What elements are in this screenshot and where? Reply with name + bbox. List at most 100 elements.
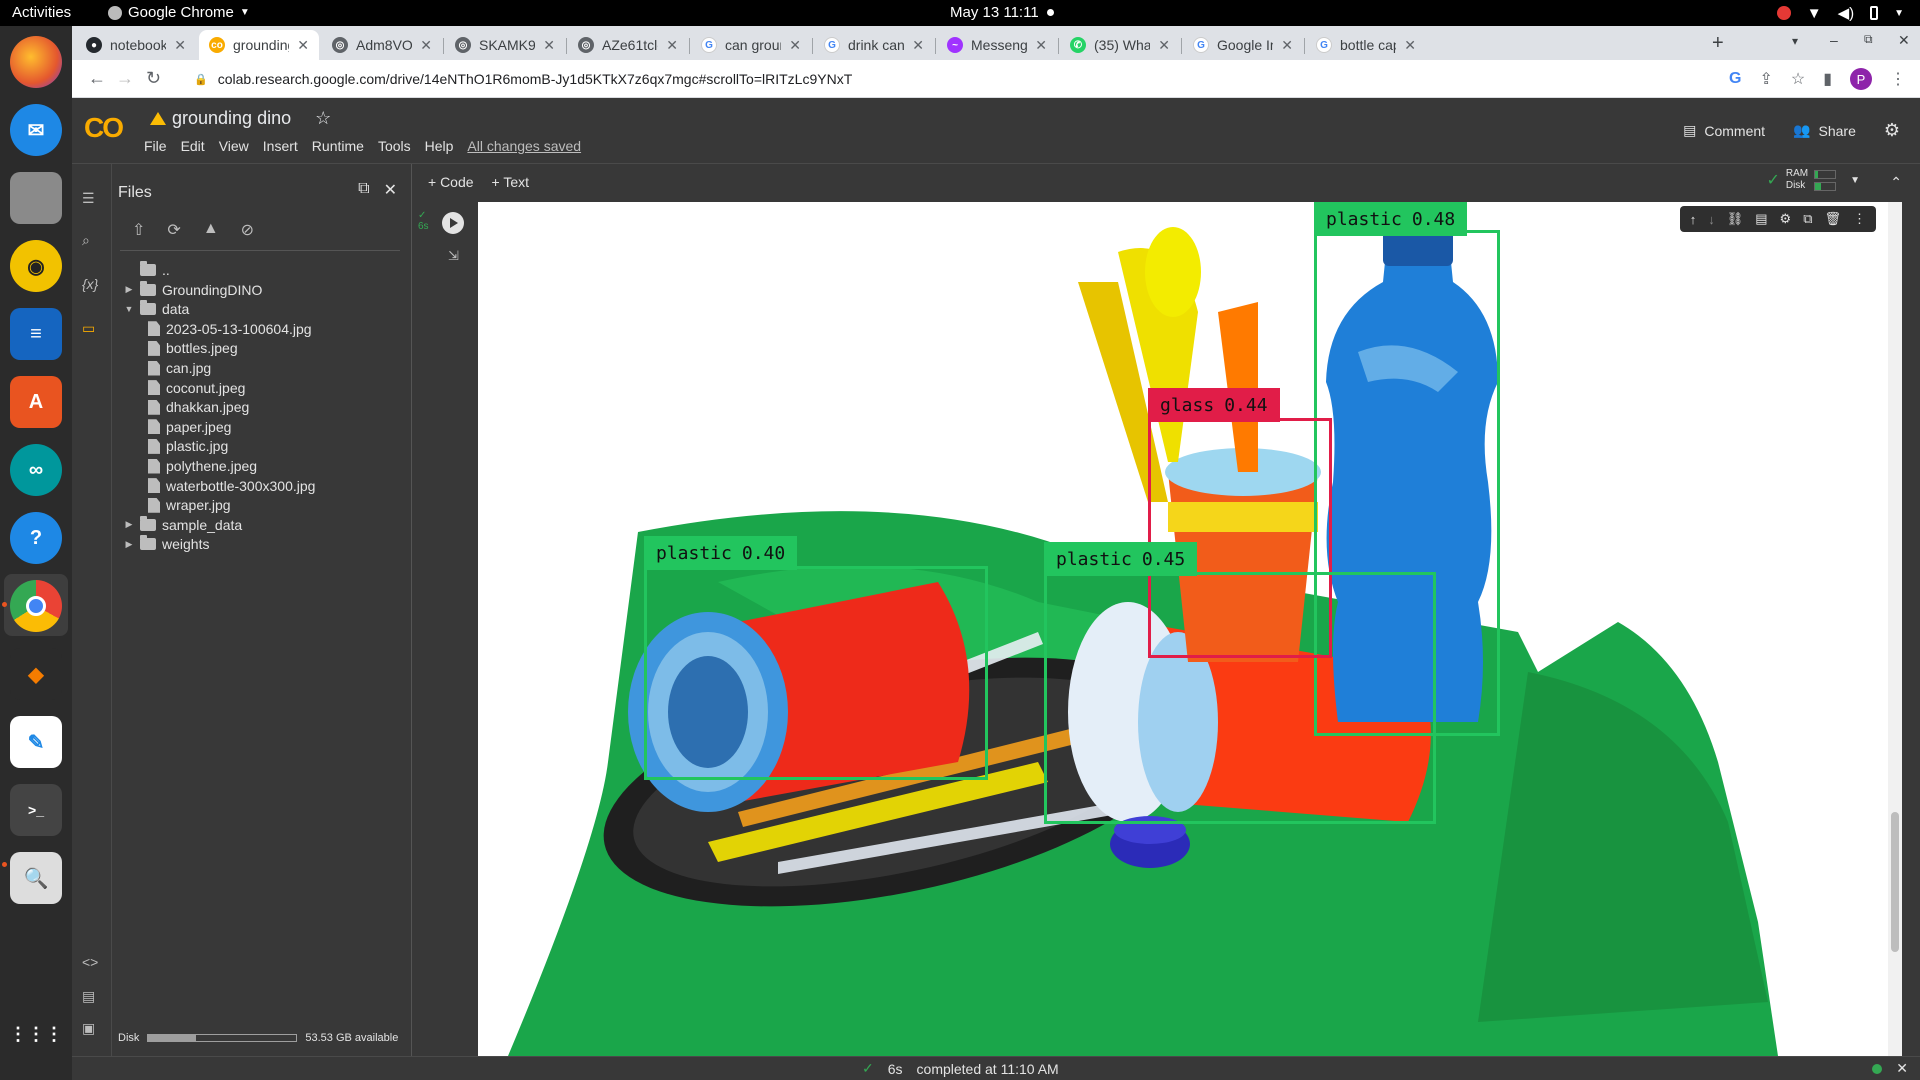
add-code-button[interactable]: + Code [428,174,474,190]
show-apps-icon[interactable]: ⋮⋮⋮ [9,1008,63,1060]
folder-icon[interactable]: ▭ [82,320,95,337]
terminal-icon[interactable]: >_ [10,784,62,836]
settings-gear-icon[interactable]: ⚙ [1884,120,1900,141]
close-tab-icon[interactable]: ✕ [1281,37,1293,54]
command-palette-icon[interactable]: ▤ [82,988,95,1005]
chevron-down-icon[interactable]: ▼ [1850,175,1860,186]
writer-icon[interactable]: ≡ [10,308,62,360]
new-tab-button[interactable]: + [1712,32,1724,55]
browser-tab[interactable]: ◎ SKAMK9++ ✕ [445,30,565,60]
star-icon[interactable]: ☆ [315,108,331,129]
close-tab-icon[interactable]: ✕ [1158,37,1170,54]
output-scrollbar[interactable] [1888,202,1902,1056]
tab-search-button[interactable]: ▾ [1792,34,1798,48]
caret-right-icon[interactable]: ▶ [124,284,134,295]
browser-tab[interactable]: ● notebooks/ ✕ [76,30,196,60]
text-editor-icon[interactable]: ✎ [10,716,62,768]
caret-down-icon[interactable]: ▼ [124,304,134,314]
more-options-icon[interactable]: ⋮ [1853,211,1866,227]
close-window-button[interactable]: ✕ [1898,32,1910,49]
run-cell-button[interactable] [442,212,464,234]
open-in-window-icon[interactable]: ⧉ [358,180,369,200]
folder-item[interactable]: ▶ sample_data [124,515,242,535]
browser-tab[interactable]: ◎ AZe61tcleV ✕ [568,30,688,60]
file-item[interactable]: coconut.jpeg [148,378,245,398]
firefox-icon[interactable] [10,36,62,88]
close-tab-icon[interactable]: ✕ [297,37,309,54]
link-icon[interactable]: ⛓ [1727,211,1744,227]
hide-files-icon[interactable]: ⊘ [241,220,254,240]
menu-runtime[interactable]: Runtime [312,138,364,154]
files-app-icon[interactable] [10,172,62,224]
menu-tools[interactable]: Tools [378,138,411,154]
file-item[interactable]: waterbottle-300x300.jpg [148,476,315,496]
folder-item[interactable]: ▼ data [124,299,189,319]
profile-avatar[interactable]: P [1850,68,1872,90]
browser-tab[interactable]: Gdrink cans c ✕ [814,30,934,60]
help-icon[interactable]: ? [10,512,62,564]
reload-icon[interactable]: ↻ [146,68,161,89]
menu-insert[interactable]: Insert [263,138,298,154]
notebook-title[interactable]: grounding dino [172,108,291,129]
move-down-arrow-icon[interactable]: ↓ [1708,212,1715,227]
kebab-menu-icon[interactable]: ⋮ [1890,69,1906,89]
browser-tab[interactable]: Gcan ground ✕ [691,30,811,60]
file-item[interactable]: can.jpg [148,358,211,378]
output-menu-icon[interactable]: ⇲ [448,248,459,264]
caret-right-icon[interactable]: ▶ [124,519,134,530]
comment-button[interactable]: ▤ Comment [1683,122,1765,139]
close-tab-icon[interactable]: ✕ [1404,37,1416,54]
gear-icon[interactable]: ⚙ [1780,211,1792,227]
menu-edit[interactable]: Edit [181,138,205,154]
comment-icon[interactable]: ▤ [1755,211,1767,227]
back-arrow-icon[interactable]: ← [88,68,106,89]
app-menu[interactable]: Google Chrome ▼ [108,4,250,21]
browser-tab[interactable]: ◎ Adm8VOgl ✕ [322,30,442,60]
colab-logo[interactable]: CO [84,112,124,144]
resources-indicator[interactable]: ✓ RAM Disk ▼ [1766,168,1860,192]
sublime-text-icon[interactable]: ◆ [10,648,62,700]
mount-drive-icon[interactable]: ▲ [203,220,219,240]
upload-file-icon[interactable]: ⇧ [132,220,145,240]
address-bar[interactable]: 🔒 colab.research.google.com/drive/14eNTh… [182,64,1762,94]
rhythmbox-icon[interactable]: ◉ [10,240,62,292]
status-message[interactable]: completed at 11:10 AM [917,1061,1059,1077]
restore-button[interactable]: ⧉ [1864,32,1873,47]
chrome-icon[interactable] [10,580,62,632]
activities-button[interactable]: Activities [12,4,71,21]
folder-item[interactable]: ▶ GroundingDINO [124,280,262,300]
add-text-button[interactable]: + Text [492,174,530,190]
refresh-folder-icon[interactable]: ⟳ [167,220,180,240]
search-icon[interactable]: ⌕ [82,232,90,249]
system-tray[interactable]: ▼ ◀) ▼ [1776,4,1904,22]
caret-right-icon[interactable]: ▶ [124,539,134,550]
close-tab-icon[interactable]: ✕ [1035,37,1047,54]
save-status[interactable]: All changes saved [467,138,581,154]
software-center-icon[interactable]: A [10,376,62,428]
forward-arrow-icon[interactable]: → [116,68,134,89]
variables-icon[interactable]: {x} [82,276,98,292]
browser-tab[interactable]: co grounding ✕ [199,30,319,60]
browser-tab[interactable]: ~ Messenger ✕ [937,30,1057,60]
mirror-cell-icon[interactable]: ⧉ [1803,211,1812,227]
move-up-arrow-icon[interactable]: ↑ [1690,212,1697,227]
close-tab-icon[interactable]: ✕ [912,37,924,54]
minimize-button[interactable]: – [1830,32,1838,48]
file-item[interactable]: dhakkan.jpeg [148,397,249,417]
file-item[interactable]: paper.jpeg [148,417,231,437]
close-tab-icon[interactable]: ✕ [174,37,186,54]
file-item[interactable]: bottles.jpeg [148,338,238,358]
browser-tab[interactable]: ✆ (35) WhatsA ✕ [1060,30,1180,60]
browser-tab[interactable]: G Google Imag ✕ [1183,30,1303,60]
collapse-chevron-up-icon[interactable]: ⌃ [1890,174,1902,191]
file-item[interactable]: polythene.jpeg [148,456,257,476]
file-item[interactable]: wraper.jpg [148,495,231,515]
close-tab-icon[interactable]: ✕ [666,37,678,54]
delete-trash-icon[interactable]: 🗑 [1824,211,1841,227]
menu-help[interactable]: Help [425,138,454,154]
google-lens-icon[interactable]: G [1729,70,1741,88]
menu-file[interactable]: File [144,138,167,154]
close-icon[interactable]: ✕ [1896,1060,1908,1077]
share-button[interactable]: 👥 Share [1793,122,1856,139]
clock[interactable]: May 13 11:11 [950,4,1054,21]
